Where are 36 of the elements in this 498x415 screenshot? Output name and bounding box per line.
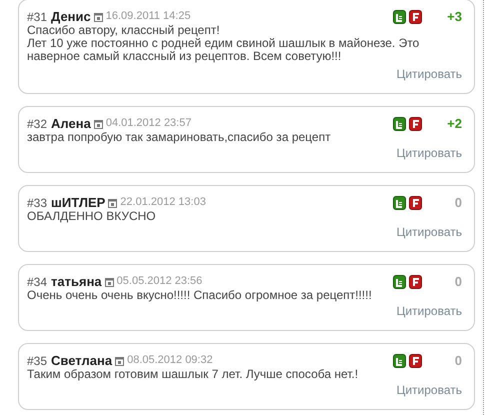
comment-number: #35 <box>27 352 48 370</box>
author-name: шИТЛЕР <box>51 194 106 212</box>
rating-score: 0 <box>454 352 462 370</box>
rating-score: 0 <box>454 272 462 291</box>
comment-date: 08.05.2012 09:32 <box>127 353 213 368</box>
calendar-icon <box>94 13 103 22</box>
calendar-icon <box>104 278 114 287</box>
rating-score: +2 <box>446 114 462 133</box>
quote-link[interactable]: Цитировать <box>396 383 462 397</box>
quote-link[interactable]: Цитировать <box>396 225 462 239</box>
quote-link[interactable]: Цитировать <box>396 304 462 318</box>
quote-link[interactable]: Цитировать <box>396 146 462 160</box>
comment-number: #34 <box>27 274 48 290</box>
author-name: Денис <box>51 8 91 25</box>
calendar-icon <box>115 357 124 366</box>
comment-text: Лет 10 уже постоянно с родней едим свиной шашлык в майонезе. Это наверное самый классный из рецептов. Всем советую!!! <box>27 37 420 63</box>
comment-text: ОБАЛДЕННО ВКУСНО <box>27 210 157 223</box>
author-name: Алена <box>51 114 91 132</box>
comment-text: Очень очень очень вкусно!!!!! Спасибо огромное за рецепт!!!!! <box>27 289 373 302</box>
rating-score: +3 <box>446 8 462 26</box>
comment-text: Таким образом готовим шашлык 7 лет. Лучше способа нет.! <box>27 368 360 381</box>
comment-number: #31 <box>27 8 48 25</box>
comment-number: #33 <box>27 194 48 212</box>
comment-date: 22.01.2012 13:03 <box>120 195 206 210</box>
comment-date: 16.09.2011 14:25 <box>106 9 191 24</box>
calendar-icon <box>108 199 118 208</box>
comment-text: Спасибо автору, классный рецепт! <box>27 24 221 37</box>
author-name: татьяна <box>51 272 102 290</box>
author-name: Светлана <box>51 352 112 369</box>
calendar-icon <box>94 120 103 129</box>
comment-date: 05.05.2012 23:56 <box>116 274 202 290</box>
rating-score: 0 <box>454 194 462 212</box>
comment-date: 04.01.2012 23:57 <box>106 116 192 132</box>
quote-link[interactable]: Цитировать <box>396 67 462 81</box>
comment-text: завтра попробую так замариновать,спасибо за рецепт <box>27 131 332 144</box>
comment-number: #32 <box>27 116 48 132</box>
